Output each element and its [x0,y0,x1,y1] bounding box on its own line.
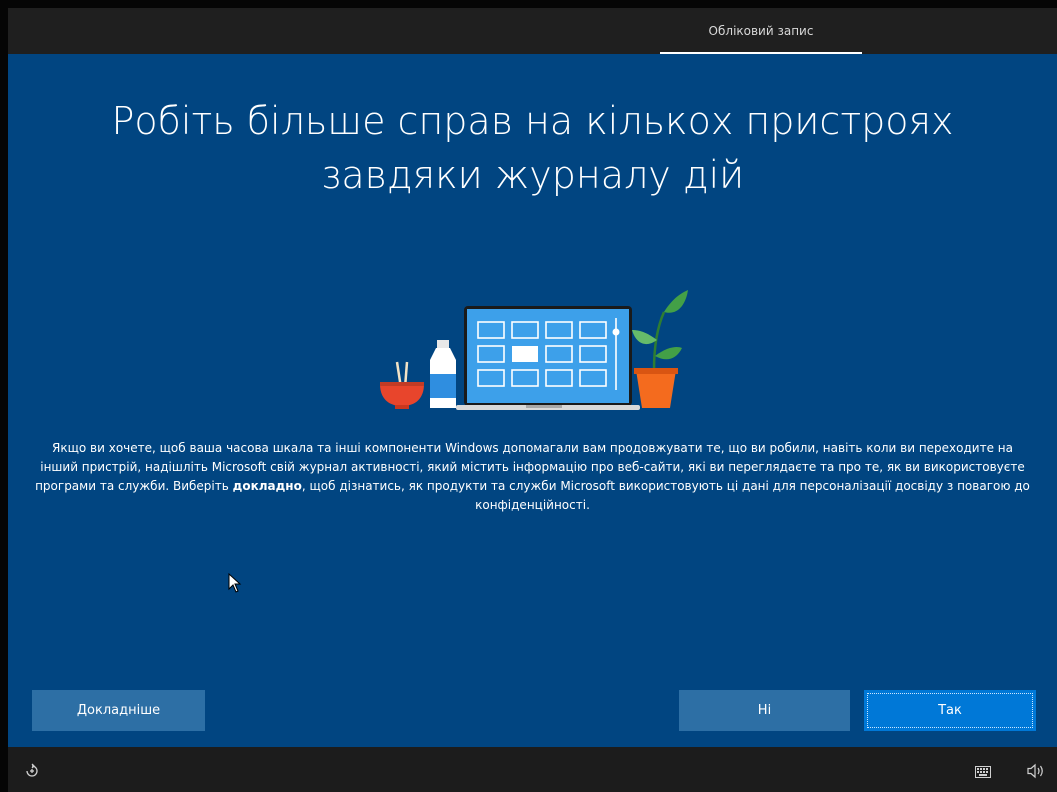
main-panel: Робіть більше справ на кількох пристроях… [8,54,1057,747]
page-title: Робіть більше справ на кількох пристроях… [48,94,1017,202]
page-title-line-1: Робіть більше справ на кількох пристроях [111,99,954,143]
laptop-illustration [456,306,640,410]
description-part-2: , щоб дізнатись, як продукти та служби M… [301,479,1030,512]
tab-account: Обліковий запис [708,24,814,38]
ease-of-access-icon[interactable] [24,763,40,779]
description-text: Якщо ви хочете, щоб ваша часова шкала та… [33,439,1032,515]
description-bold-link: докладно [232,479,302,493]
keyboard-icon[interactable] [975,766,991,778]
mouse-cursor-icon [228,573,242,593]
plant-illustration [632,290,688,408]
top-bar: Обліковий запис [8,8,1057,54]
yes-button[interactable]: Так [864,690,1036,731]
bowl-illustration [380,361,424,409]
no-button[interactable]: Ні [679,690,850,731]
yes-button-label: Так [938,703,962,718]
volume-icon[interactable] [1027,763,1045,779]
bottle-illustration [430,340,456,408]
bottom-bar [8,747,1057,792]
page-title-line-2: завдяки журналу дій [320,153,745,197]
learn-more-button[interactable]: Докладніше [32,690,205,731]
setup-window: Обліковий запис Робіть більше справ на к… [8,8,1057,792]
activity-history-illustration [380,290,688,410]
